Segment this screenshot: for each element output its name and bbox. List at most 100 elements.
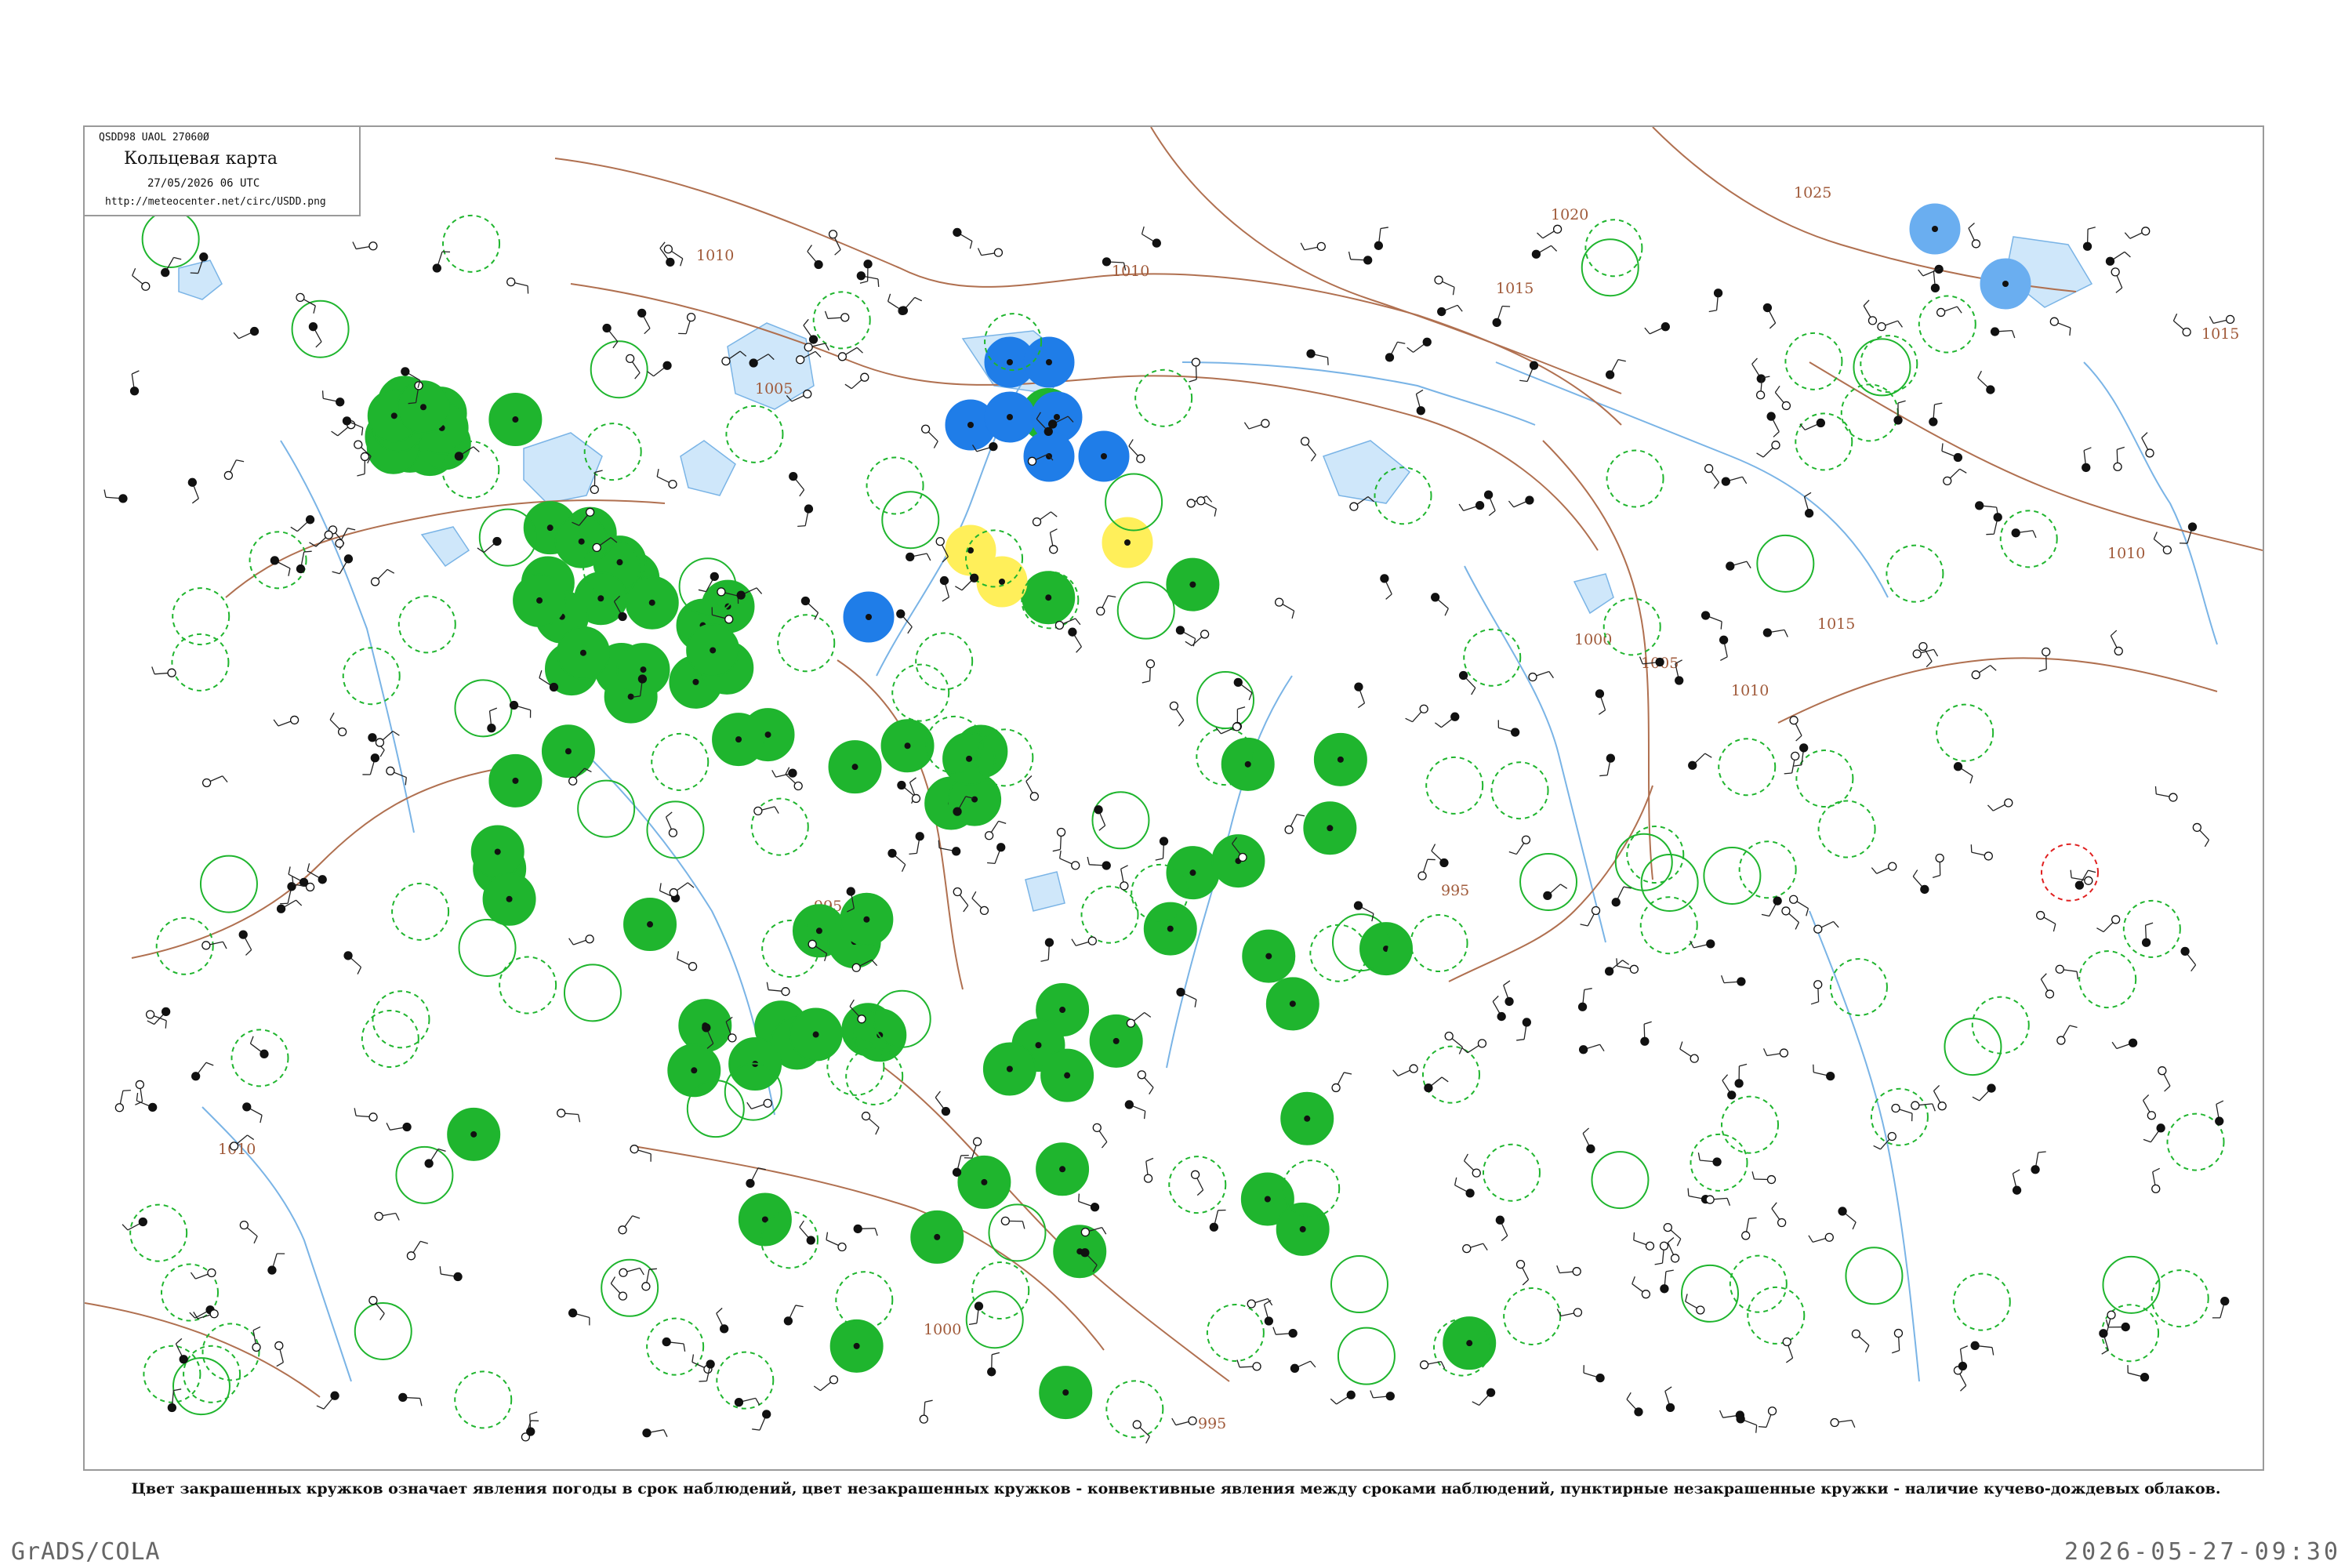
wind-barb-feather <box>1722 1074 1729 1081</box>
station-dot <box>270 556 280 565</box>
station-plot <box>1483 490 1496 517</box>
station-plot <box>1911 1101 1936 1112</box>
station-dot <box>1987 1083 1996 1093</box>
station-dot <box>453 1272 463 1282</box>
wind-barb-feather <box>329 712 335 720</box>
station-dot <box>619 1268 628 1277</box>
station-plot <box>1444 1031 1463 1054</box>
station-dot <box>846 887 855 896</box>
station-dot <box>1640 1036 1650 1046</box>
station-plot <box>239 1220 258 1244</box>
wind-barb-feather <box>1435 722 1442 728</box>
dashed-ring-station <box>646 1317 705 1376</box>
wind-barb-feather <box>473 446 480 452</box>
station-dot <box>1887 1131 1896 1142</box>
station-dot <box>851 963 861 972</box>
solid-ring-station <box>291 299 350 358</box>
station-plot <box>1582 1127 1595 1153</box>
station-dot <box>616 559 623 566</box>
station-dot <box>1159 837 1169 846</box>
wind-barb-feather <box>1762 1048 1768 1056</box>
wind-barb-feather <box>1483 1243 1488 1250</box>
wind-barb-feather <box>1755 1425 1758 1433</box>
wind-barb-feather <box>1508 500 1515 508</box>
wind-barb-feather <box>405 777 407 786</box>
station-plot <box>853 1224 878 1236</box>
wind-barb-feather <box>1960 1385 1967 1392</box>
station-plot <box>1071 936 1097 946</box>
station-plot <box>1808 1232 1834 1243</box>
station-plot <box>233 326 260 339</box>
wind-barb-feather <box>1128 439 1134 447</box>
wind-barb-feather <box>874 1228 878 1236</box>
station-plot <box>1726 561 1751 571</box>
station-plot <box>1040 938 1054 962</box>
wind-barb-feather <box>942 597 949 602</box>
wind-barb-feather <box>2069 1025 2078 1029</box>
wind-barb-feather <box>2153 532 2158 539</box>
wind-barb-feather <box>1972 1096 1980 1102</box>
station-plot <box>1708 289 1723 313</box>
dashed-ring-station <box>1999 510 2058 568</box>
wind-barb-feather <box>1676 1238 1682 1247</box>
station-plot <box>2036 910 2056 932</box>
station-dot <box>1706 939 1715 949</box>
station-plot <box>1871 862 1897 874</box>
wind-barb-feather <box>1808 1235 1813 1243</box>
station-plot <box>1353 901 1374 922</box>
station-dot <box>1755 390 1766 400</box>
wind-barb-feather <box>2143 1138 2151 1143</box>
dashed-ring-station <box>1952 1272 2011 1331</box>
wind-barb-feather <box>909 852 917 855</box>
station-dot <box>368 1112 378 1122</box>
wind-barb-feather <box>1344 1072 1352 1075</box>
station-plot <box>1374 227 1388 250</box>
station-plot <box>1762 1048 1789 1058</box>
station-dot <box>1953 762 1963 771</box>
wind-barb-feather <box>1632 1276 1635 1284</box>
station-dot <box>2004 798 2013 808</box>
station-plot <box>424 1148 446 1168</box>
dashed-ring-station <box>2078 950 2137 1009</box>
wind-barb-feather <box>260 1115 263 1123</box>
station-dot <box>663 245 673 254</box>
station-dot <box>2162 545 2172 555</box>
station-dot <box>1233 677 1243 688</box>
wind-barb-feather <box>2083 447 2092 452</box>
wind-barb-feather <box>1461 1047 1468 1054</box>
station-dot <box>1838 1207 1847 1216</box>
wind-barb-feather <box>1457 304 1463 312</box>
station-dot <box>1054 620 1065 630</box>
station-dot <box>318 875 327 884</box>
station-plot <box>2105 251 2131 266</box>
station-dot <box>1696 1305 1705 1315</box>
station-dot <box>642 1428 652 1438</box>
wind-barb-feather <box>236 459 245 463</box>
station-plot <box>1986 513 2002 535</box>
station-plot <box>771 768 797 778</box>
station-plot <box>1176 987 1197 1007</box>
station-dot <box>1781 401 1791 411</box>
station-plot <box>1721 975 1746 986</box>
wind-barb-feather <box>1720 656 1728 661</box>
station-plot <box>953 887 969 913</box>
station-dot <box>1777 1218 1787 1228</box>
wind-barb-feather <box>1756 452 1764 458</box>
station-dot <box>717 587 726 597</box>
wind-barb-feather <box>683 1343 686 1352</box>
station-plot <box>1370 1390 1395 1401</box>
station-plot <box>1929 402 1943 426</box>
station-dot <box>354 440 363 449</box>
station-plot <box>1233 677 1253 701</box>
dashed-ring-station <box>361 1009 419 1068</box>
station-dot <box>1675 676 1684 685</box>
dashed-ring-station <box>1817 800 1876 858</box>
station-plot <box>920 424 938 448</box>
station-plot <box>669 882 695 898</box>
wind-barb-feather <box>2172 313 2178 321</box>
station-plot <box>939 575 950 602</box>
station-dot <box>796 355 805 365</box>
wind-barb-feather <box>1774 385 1780 393</box>
station-dot <box>915 832 924 841</box>
station-dot <box>1877 321 1886 332</box>
